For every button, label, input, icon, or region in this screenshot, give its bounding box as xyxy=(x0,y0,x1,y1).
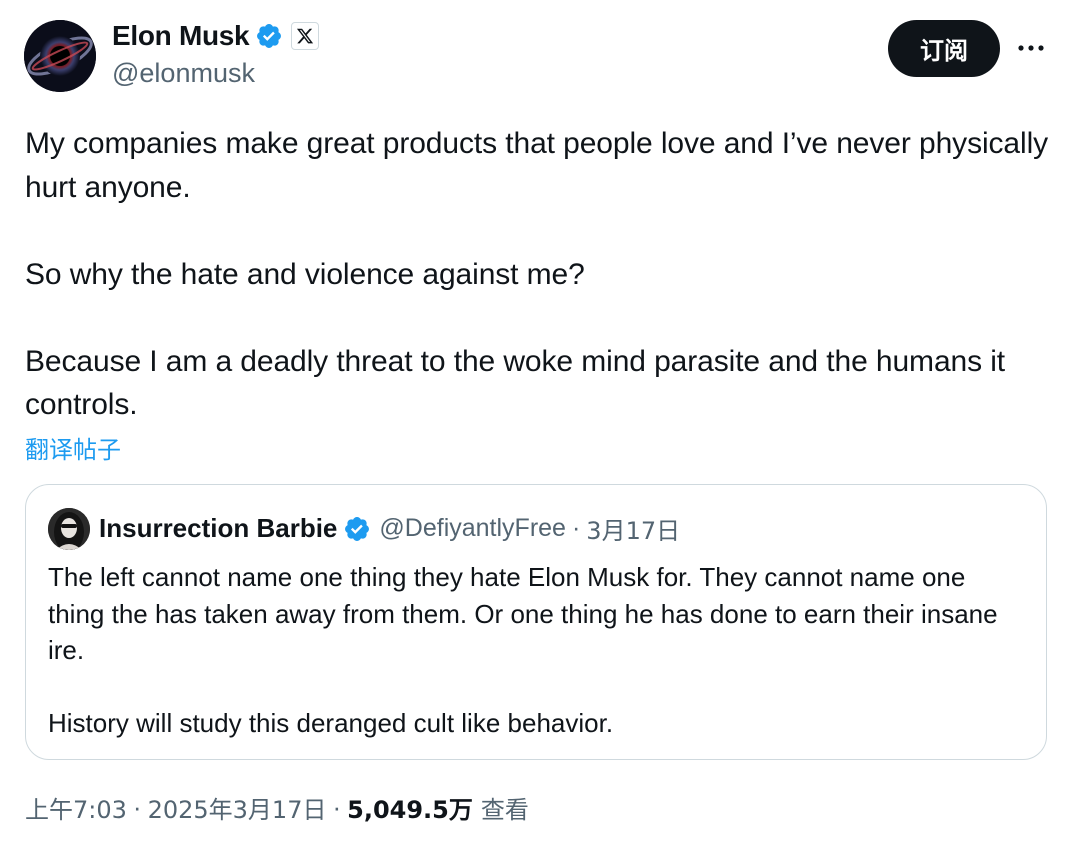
post-paragraph: So why the hate and violence against me? xyxy=(25,257,585,291)
post-text: My companies make great products that pe… xyxy=(25,122,1055,427)
x-logo-icon[interactable] xyxy=(291,22,320,50)
author-avatar[interactable] xyxy=(24,20,96,92)
author-name-row: Elon Musk xyxy=(112,20,320,52)
separator-dot: · xyxy=(332,792,342,822)
post-time[interactable]: 上午7:03 xyxy=(25,790,127,825)
quoted-post-text: The left cannot name one thing they hate… xyxy=(48,559,1008,742)
quoted-author-handle[interactable]: @DefiyantlyFree xyxy=(379,514,566,543)
post-meta: 上午7:03 · 2025年3月17日 · 5,049.5万 查看 xyxy=(25,790,529,825)
quoted-header: Insurrection Barbie @DefiyantlyFree · 3月… xyxy=(99,511,680,546)
quoted-author-name[interactable]: Insurrection Barbie xyxy=(99,513,337,544)
post-date[interactable]: 2025年3月17日 xyxy=(148,790,327,825)
separator-dot: · xyxy=(132,792,142,822)
verified-badge-icon[interactable] xyxy=(343,515,371,543)
quoted-post-date[interactable]: 3月17日 xyxy=(586,511,680,546)
verified-badge-icon[interactable] xyxy=(255,22,283,50)
post-paragraph: Because I am a deadly threat to the woke… xyxy=(25,344,1006,422)
quoted-post[interactable]: Insurrection Barbie @DefiyantlyFree · 3月… xyxy=(25,484,1047,760)
subscribe-button[interactable]: 订阅 xyxy=(888,20,1000,77)
quoted-author-avatar[interactable] xyxy=(48,508,90,550)
author-name[interactable]: Elon Musk xyxy=(112,20,250,52)
quoted-paragraph: History will study this deranged cult li… xyxy=(48,708,614,738)
author-handle[interactable]: @elonmusk xyxy=(112,58,255,89)
translate-post-link[interactable]: 翻译帖子 xyxy=(25,430,121,465)
post-paragraph: My companies make great products that pe… xyxy=(25,127,1049,204)
view-count: 5,049.5万 xyxy=(347,796,473,824)
view-count-label: 查看 xyxy=(480,796,529,824)
more-icon[interactable] xyxy=(1016,36,1046,60)
separator-dot: · xyxy=(571,514,581,542)
quoted-paragraph: The left cannot name one thing they hate… xyxy=(48,562,998,665)
